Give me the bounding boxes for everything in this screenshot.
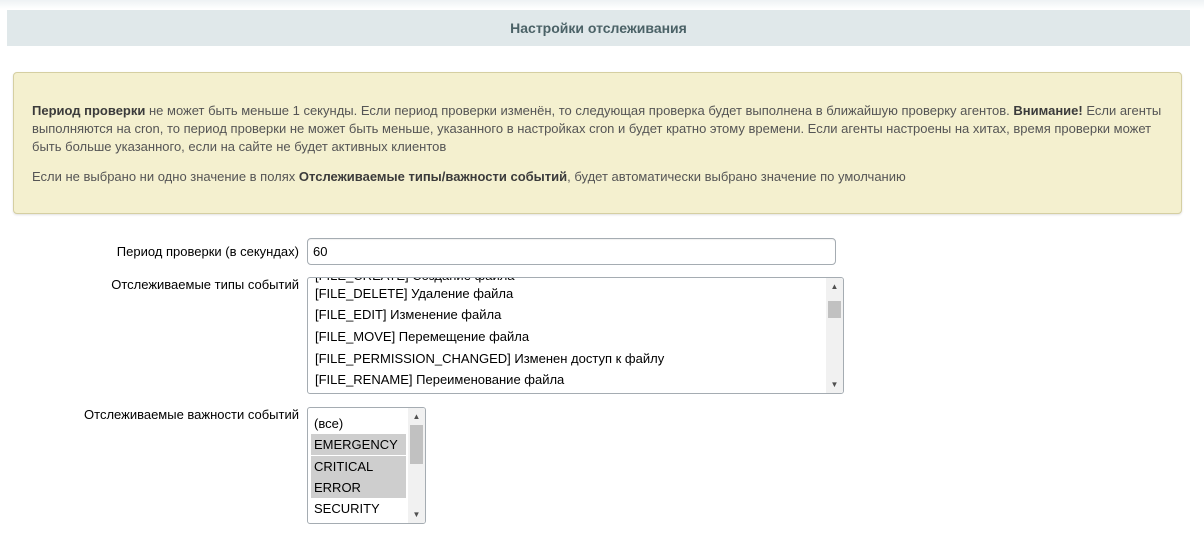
scroll-thumb[interactable]: [410, 425, 423, 464]
scroll-up-icon[interactable]: ▲: [826, 278, 843, 295]
list-option[interactable]: [FILE_DELETE] Удаление файла: [312, 283, 516, 304]
notice-text: не может быть меньше 1 секунды. Если пер…: [145, 103, 1014, 118]
period-input[interactable]: [307, 238, 836, 265]
list-option[interactable]: [FILE_EDIT] Изменение файла: [312, 304, 504, 325]
scroll-down-icon[interactable]: ▼: [826, 376, 843, 393]
list-option-selected[interactable]: CRITICAL: [311, 456, 406, 477]
period-label: Период проверки (в секундах): [116, 244, 299, 259]
event-types-listbox[interactable]: [FILE_CREATE] Создание файла [FILE_DELET…: [307, 277, 844, 394]
severities-scrollbar[interactable]: ▲ ▼: [408, 408, 425, 523]
event-types-scrollbar[interactable]: ▲ ▼: [826, 278, 843, 393]
page-top-strip: [0, 0, 1204, 9]
notice-bold-warning: Внимание!: [1013, 103, 1083, 118]
notice-bold-period: Период проверки: [32, 103, 146, 118]
section-header: Настройки отслеживания: [7, 9, 1190, 46]
scroll-down-icon[interactable]: ▼: [408, 506, 425, 523]
list-option-selected[interactable]: ERROR: [311, 477, 406, 498]
scroll-up-icon[interactable]: ▲: [408, 408, 425, 425]
list-option-selected[interactable]: EMERGENCY: [311, 434, 406, 455]
severities-label: Отслеживаемые важности событий: [84, 407, 299, 422]
list-option[interactable]: [FILE_RENAME] Переименование файла: [312, 369, 567, 390]
notice-paragraph-default: Если не выбрано ни одно значение в полях…: [32, 168, 1163, 186]
info-notice: Период проверки не может быть меньше 1 с…: [13, 72, 1182, 214]
notice-paragraph-period: Период проверки не может быть меньше 1 с…: [32, 102, 1163, 156]
notice-text: , будет автоматически выбрано значение п…: [567, 169, 906, 184]
notice-text: Если не выбрано ни одно значение в полях: [32, 169, 299, 184]
list-option[interactable]: (все): [311, 413, 406, 434]
severities-listbox[interactable]: (все) EMERGENCY CRITICAL ERROR SECURITY …: [307, 407, 426, 524]
scroll-thumb[interactable]: [828, 301, 841, 318]
list-option[interactable]: SECURITY: [311, 498, 406, 519]
section-title: Настройки отслеживания: [510, 20, 687, 36]
list-option[interactable]: [FILE_MOVE] Перемещение файла: [312, 326, 532, 347]
notice-bold-fields: Отслеживаемые типы/важности событий: [298, 169, 568, 184]
list-option[interactable]: [FILE_PERMISSION_CHANGED] Изменен доступ…: [312, 348, 667, 369]
event-types-label: Отслеживаемые типы событий: [111, 277, 299, 292]
